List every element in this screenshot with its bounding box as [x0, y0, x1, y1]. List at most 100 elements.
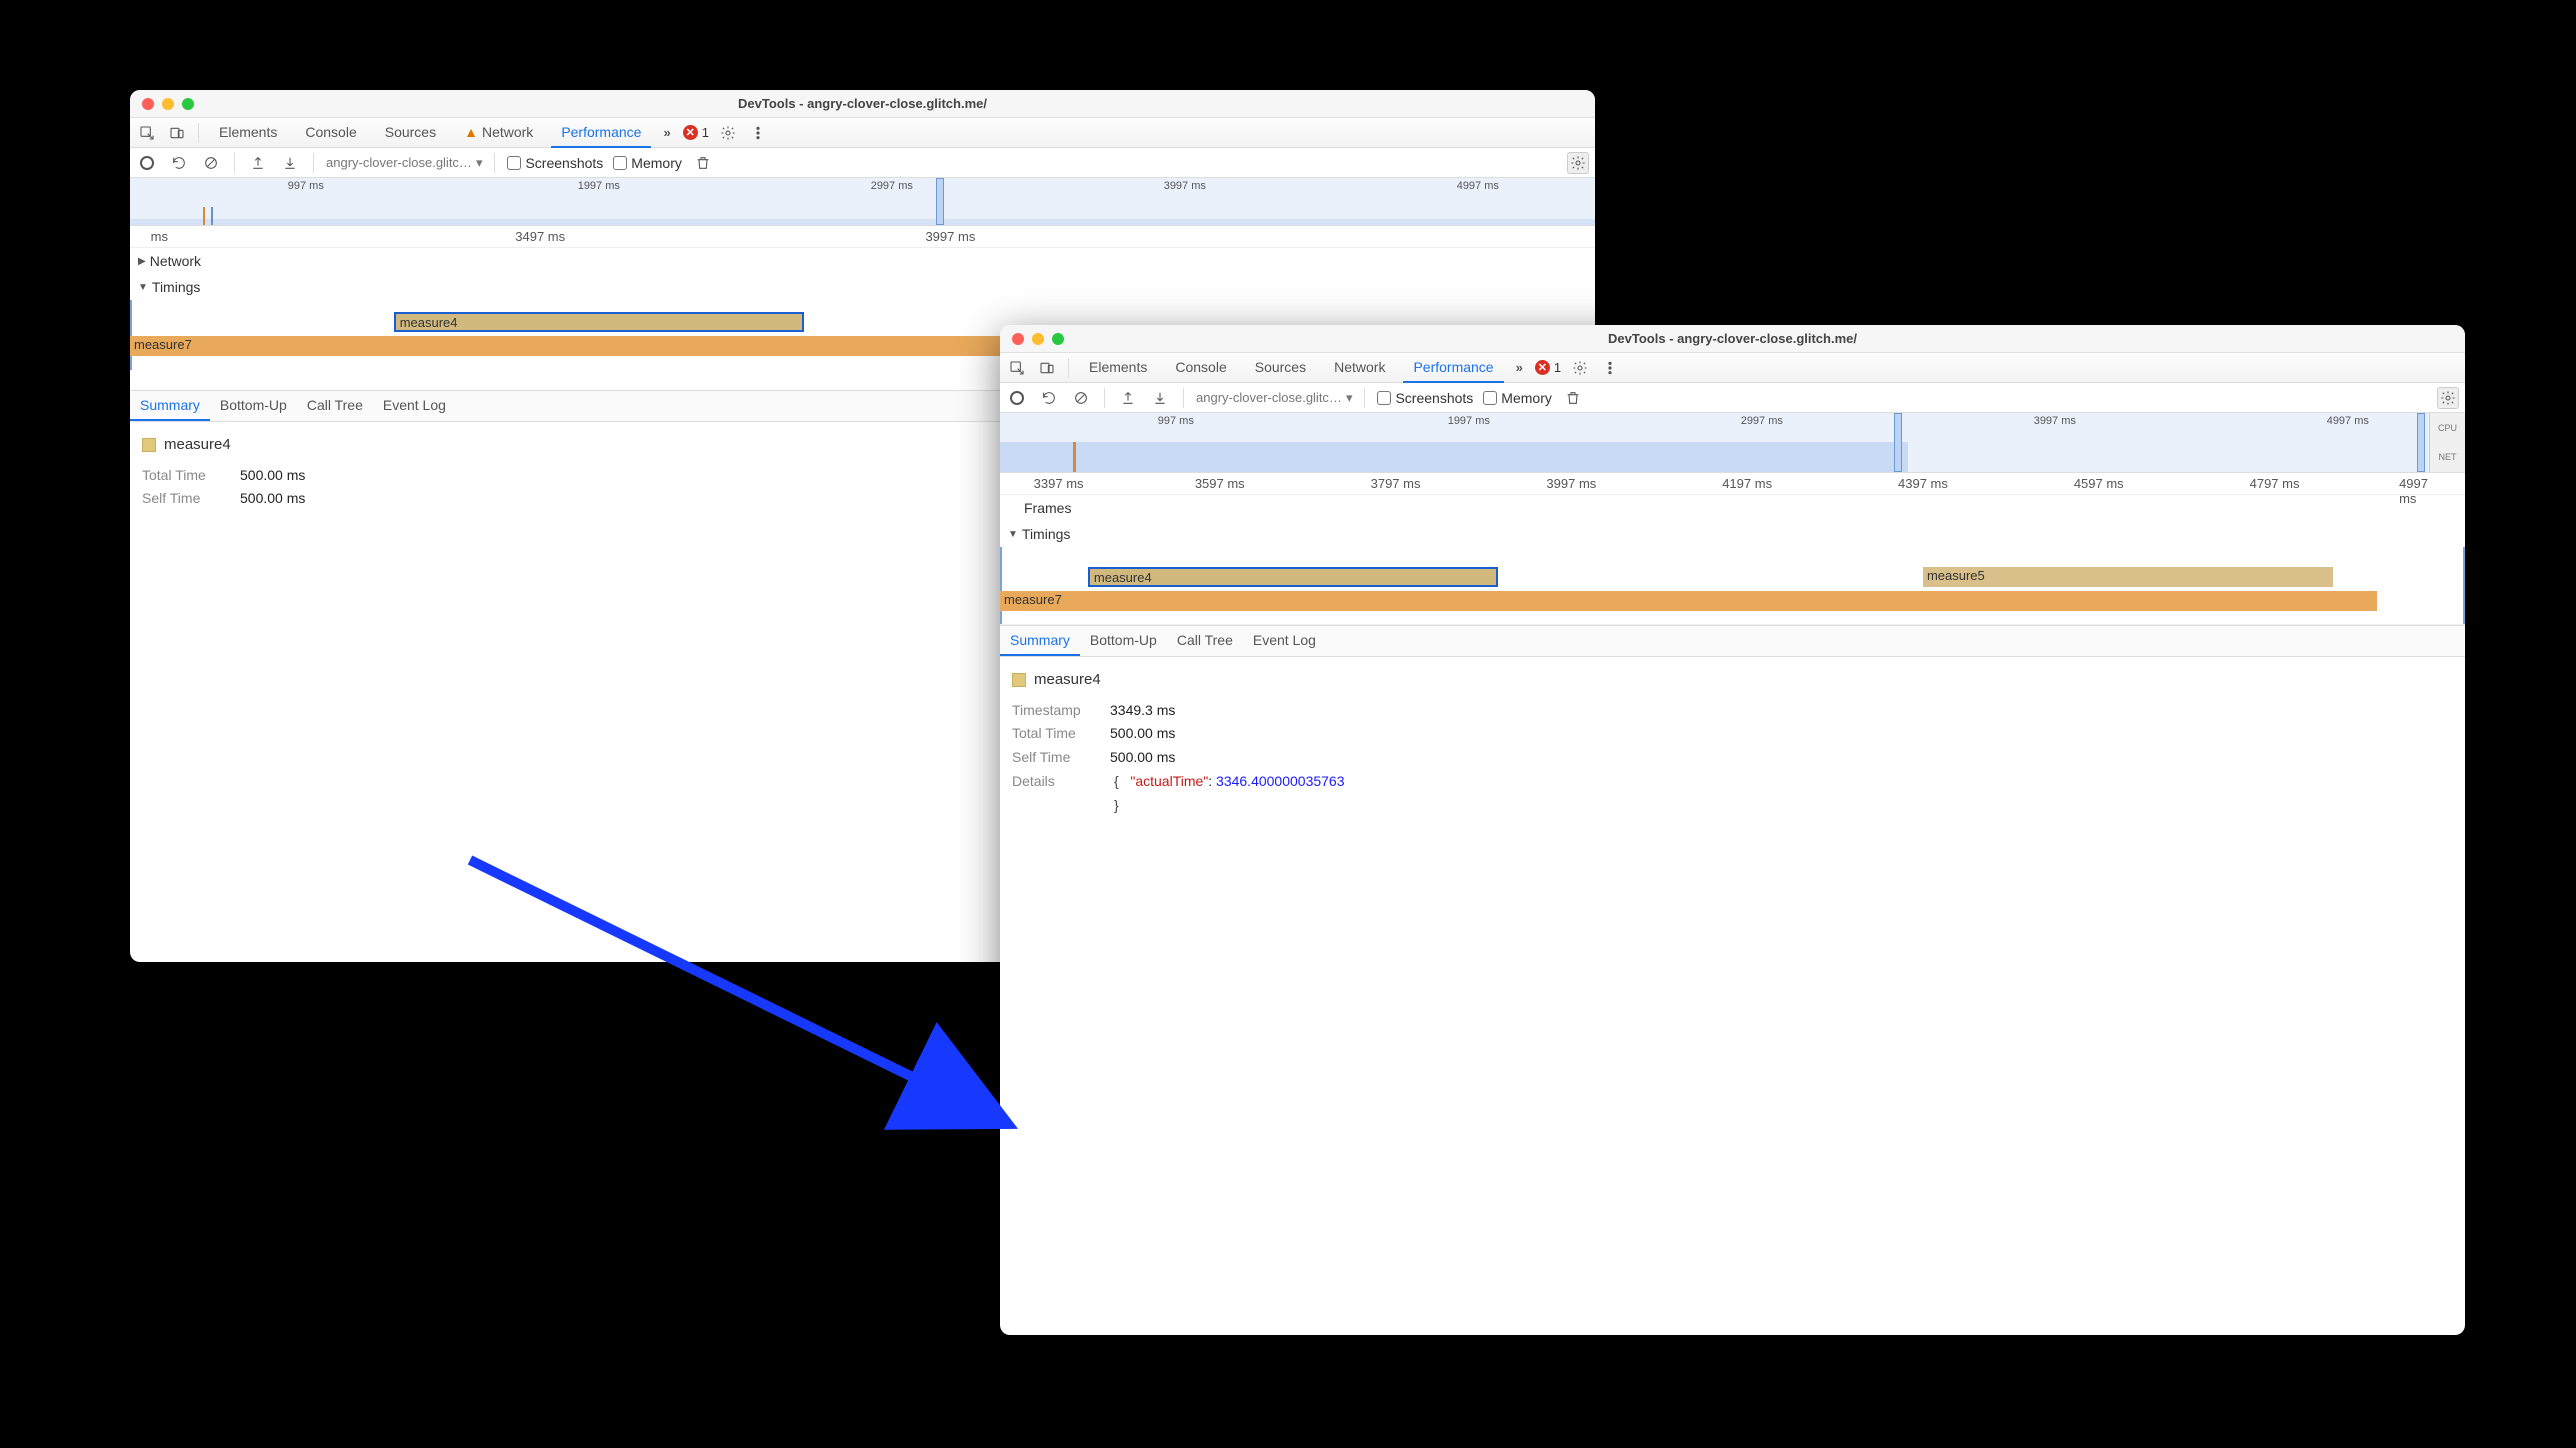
flame-bar-measure7[interactable]: measure7 [1000, 591, 2377, 611]
traffic-lights[interactable] [142, 98, 194, 110]
tab-bottom-up[interactable]: Bottom-Up [210, 391, 297, 421]
overview-handle-left[interactable] [936, 178, 944, 225]
trash-icon[interactable] [1562, 387, 1584, 409]
timeline-overview[interactable]: 997 ms 1997 ms 2997 ms 3997 ms 4997 ms [130, 178, 1595, 226]
record-button[interactable] [1006, 387, 1028, 409]
device-toggle-icon[interactable] [1036, 357, 1058, 379]
upload-icon[interactable] [1117, 387, 1139, 409]
clear-icon[interactable] [1070, 387, 1092, 409]
ruler-tick: ms [151, 229, 168, 244]
collapse-icon: ▼ [1008, 529, 1018, 540]
overview-handle-left[interactable] [1894, 413, 1902, 472]
flame-bar-measure4[interactable]: measure4 [1088, 567, 1498, 587]
ruler-tick: 4597 ms [2074, 476, 2124, 491]
minimize-icon[interactable] [162, 98, 174, 110]
chevron-down-icon: ▾ [1346, 390, 1353, 406]
perf-toolbar: angry-clover-close.glitc…▾ Screenshots M… [1000, 383, 2465, 413]
timestamp-label: Timestamp [1012, 699, 1098, 723]
clear-icon[interactable] [200, 152, 222, 174]
maximize-icon[interactable] [1052, 333, 1064, 345]
kebab-menu-icon[interactable] [1599, 357, 1621, 379]
ruler-tick: 3997 ms [925, 229, 975, 244]
reload-icon[interactable] [1038, 387, 1060, 409]
timeline-overview[interactable]: 997 ms 1997 ms 2997 ms 3997 ms 4997 ms C… [1000, 413, 2465, 473]
tab-summary[interactable]: Summary [130, 391, 210, 421]
total-time-value: 500.00 ms [1110, 722, 1175, 746]
settings-gear-icon[interactable] [1569, 357, 1591, 379]
tab-network[interactable]: Network [1324, 353, 1395, 383]
window-title: DevTools - angry-clover-close.glitch.me/ [1000, 331, 2465, 346]
selected-name: measure4 [1034, 667, 1101, 693]
close-icon[interactable] [142, 98, 154, 110]
tab-summary[interactable]: Summary [1000, 626, 1080, 656]
track-frames[interactable]: Frames [1000, 495, 2465, 521]
close-icon[interactable] [1012, 333, 1024, 345]
maximize-icon[interactable] [182, 98, 194, 110]
capture-settings-gear-icon[interactable] [2437, 387, 2459, 409]
tab-bottom-up[interactable]: Bottom-Up [1080, 626, 1167, 656]
download-icon[interactable] [1149, 387, 1171, 409]
device-toggle-icon[interactable] [166, 122, 188, 144]
tab-performance[interactable]: Performance [551, 118, 651, 148]
selected-name: measure4 [164, 432, 231, 458]
flame-bar-measure4[interactable]: measure4 [394, 312, 804, 332]
tab-sources[interactable]: Sources [1245, 353, 1316, 383]
track-timings[interactable]: ▼Timings [1000, 521, 2465, 547]
upload-icon[interactable] [247, 152, 269, 174]
tab-network[interactable]: ▲Network [454, 118, 543, 148]
trash-icon[interactable] [692, 152, 714, 174]
divider [198, 123, 199, 143]
tab-console[interactable]: Console [295, 118, 366, 148]
ruler-tick: 3797 ms [1371, 476, 1421, 491]
divider [1364, 388, 1365, 408]
memory-checkbox[interactable]: Memory [613, 155, 682, 171]
tab-event-log[interactable]: Event Log [1243, 626, 1326, 656]
tab-sources[interactable]: Sources [375, 118, 446, 148]
window-title: DevTools - angry-clover-close.glitch.me/ [130, 96, 1595, 111]
track-network[interactable]: ▶Network [130, 248, 1595, 274]
screenshots-checkbox[interactable]: Screenshots [507, 155, 603, 171]
capture-settings-gear-icon[interactable] [1567, 152, 1589, 174]
screenshots-checkbox[interactable]: Screenshots [1377, 390, 1473, 406]
tab-elements[interactable]: Elements [209, 118, 287, 148]
memory-checkbox[interactable]: Memory [1483, 390, 1552, 406]
titlebar[interactable]: DevTools - angry-clover-close.glitch.me/ [130, 90, 1595, 118]
flame-chart[interactable]: measure4 measure5 measure7 [1000, 547, 2465, 625]
url-selector[interactable]: angry-clover-close.glitc…▾ [326, 155, 482, 171]
settings-gear-icon[interactable] [717, 122, 739, 144]
record-button[interactable] [136, 152, 158, 174]
url-selector[interactable]: angry-clover-close.glitc…▾ [1196, 390, 1352, 406]
track-timings[interactable]: ▼Timings [130, 274, 1595, 300]
overview-tick: 2997 ms [1741, 415, 1783, 427]
tab-elements[interactable]: Elements [1079, 353, 1157, 383]
kebab-menu-icon[interactable] [747, 122, 769, 144]
cpu-label: CPU [2438, 423, 2457, 433]
error-badge[interactable]: ✕1 [683, 125, 709, 140]
flame-ruler[interactable]: 3397 ms 3597 ms 3797 ms 3997 ms 4197 ms … [1000, 473, 2465, 495]
tab-console[interactable]: Console [1165, 353, 1236, 383]
divider [1104, 388, 1105, 408]
selection-edge [2463, 547, 2465, 624]
inspect-icon[interactable] [1006, 357, 1028, 379]
tab-call-tree[interactable]: Call Tree [1167, 626, 1243, 656]
titlebar[interactable]: DevTools - angry-clover-close.glitch.me/ [1000, 325, 2465, 353]
net-label: NET [2439, 452, 2457, 462]
ruler-tick: 3497 ms [515, 229, 565, 244]
selection-edge [130, 300, 132, 370]
perf-toolbar: angry-clover-close.glitc…▾ Screenshots M… [130, 148, 1595, 178]
download-icon[interactable] [279, 152, 301, 174]
error-badge[interactable]: ✕1 [1535, 360, 1561, 375]
reload-icon[interactable] [168, 152, 190, 174]
minimize-icon[interactable] [1032, 333, 1044, 345]
flame-bar-measure5[interactable]: measure5 [1923, 567, 2333, 587]
flame-ruler[interactable]: ms 3497 ms 3997 ms [130, 226, 1595, 248]
tab-performance[interactable]: Performance [1403, 353, 1503, 383]
overview-handle-right[interactable] [2417, 413, 2425, 472]
tab-call-tree[interactable]: Call Tree [297, 391, 373, 421]
tab-event-log[interactable]: Event Log [373, 391, 456, 421]
inspect-icon[interactable] [136, 122, 158, 144]
total-time-value: 500.00 ms [240, 464, 305, 488]
more-tabs-icon[interactable]: » [659, 125, 674, 140]
more-tabs-icon[interactable]: » [1512, 360, 1527, 375]
traffic-lights[interactable] [1012, 333, 1064, 345]
